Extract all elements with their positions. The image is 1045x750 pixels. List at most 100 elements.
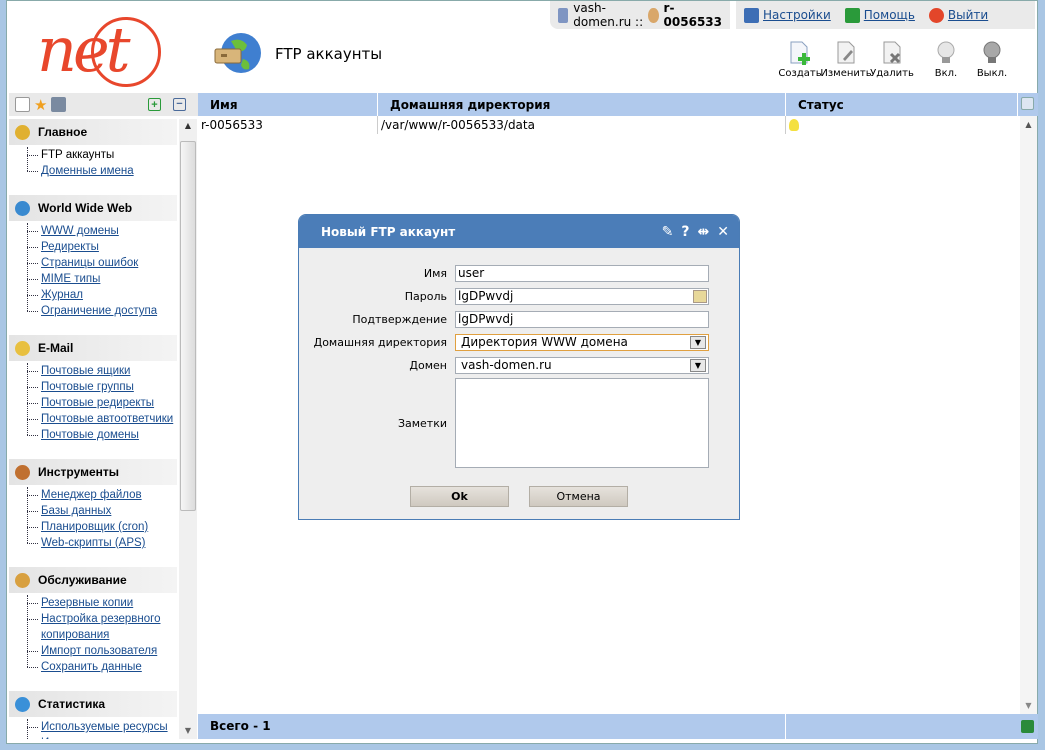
confirm-input[interactable]: lgDPwvdj	[455, 311, 709, 328]
logout-link[interactable]: Выйти	[948, 8, 988, 22]
sidebar-item[interactable]: FTP аккаунты	[41, 149, 114, 161]
sidebar-item[interactable]: Настройка резервного копирования	[41, 613, 160, 641]
sidebar: ★ + − Главное FTP аккаунты Доменные имена W…	[9, 93, 198, 739]
sidebar-section-header[interactable]: E-Mail	[9, 335, 177, 361]
edit-button[interactable]: Изменить	[820, 41, 872, 79]
column-header-status[interactable]: Статус	[786, 93, 1018, 116]
domain-value: vash-domen.ru	[461, 358, 552, 372]
sidebar-item[interactable]: Web-скрипты (APS)	[41, 537, 146, 549]
sidebar-item[interactable]: WWW домены	[41, 225, 119, 237]
domain-label: vash-domen.ru ::	[573, 1, 644, 29]
sidebar-section-header[interactable]: Статистика	[9, 691, 177, 717]
grid-settings-icon[interactable]	[1021, 97, 1034, 110]
help-icon[interactable]: ?	[681, 224, 689, 240]
password-label: Пароль	[404, 290, 447, 303]
grid-total: Всего - 1	[198, 714, 786, 739]
notes-textarea[interactable]	[455, 378, 709, 468]
bulb-on-icon	[937, 41, 955, 63]
confirm-label: Подтверждение	[352, 313, 447, 326]
dialog-title: Новый FTP аккаунт	[321, 224, 456, 239]
top-bar: vash-domen.ru :: r-0056533 Настройки Пом…	[550, 1, 1035, 29]
expand-all-icon[interactable]: +	[148, 98, 161, 111]
logo: net	[37, 13, 161, 87]
resize-icon[interactable]: ⇹	[698, 224, 710, 240]
sidebar-section-header[interactable]: Главное	[9, 119, 177, 145]
sidebar-item[interactable]: Менеджер файлов	[41, 489, 142, 501]
domain-label: Домен	[409, 359, 447, 372]
name-input[interactable]: user	[455, 265, 709, 282]
delete-button[interactable]: Удалить	[869, 41, 915, 79]
close-icon[interactable]: ✕	[717, 224, 729, 240]
create-button[interactable]: Создать	[777, 41, 823, 79]
disable-button[interactable]: Выкл.	[969, 41, 1015, 79]
new-ftp-account-dialog: Новый FTP аккаунт ✎? ⇹ ✕ Имя user Пароль lgD…	[298, 214, 740, 520]
sidebar-section: Инструменты Менеджер файлов Базы данных Пла…	[9, 459, 177, 567]
briefcase-icon[interactable]	[51, 97, 67, 112]
column-header-name[interactable]: Имя	[198, 93, 378, 116]
edit-icon	[837, 41, 855, 64]
pin-icon[interactable]: ✎	[662, 224, 674, 240]
sidebar-item-list: Резервные копии Настройка резервного копи…	[9, 593, 177, 691]
excel-export-icon[interactable]	[1021, 720, 1034, 733]
sidebar-item[interactable]: MIME типы	[41, 273, 100, 285]
collapse-all-icon[interactable]: −	[173, 98, 186, 111]
sidebar-item-list: WWW домены Редиректы Страницы ошибок MIME т…	[9, 221, 177, 335]
table-row[interactable]: r-0056533 /var/www/r-0056533/data	[198, 116, 1038, 134]
sidebar-section: Обслуживание Резервные копии Настройка рез…	[9, 567, 177, 691]
sidebar-item[interactable]: Почтовые домены	[41, 429, 139, 441]
sidebar-item[interactable]: Почтовые редиректы	[41, 397, 154, 409]
sidebar-item[interactable]: Редиректы	[41, 241, 99, 253]
chevron-down-icon: ▼	[690, 359, 706, 372]
generate-password-icon[interactable]	[693, 290, 707, 303]
list-icon[interactable]	[15, 97, 30, 112]
ok-button[interactable]: Ok	[410, 486, 509, 507]
settings-link[interactable]: Настройки	[763, 8, 831, 22]
sidebar-section-header[interactable]: Инструменты	[9, 459, 177, 485]
cancel-button[interactable]: Отмена	[529, 486, 628, 507]
help-link[interactable]: Помощь	[864, 8, 915, 22]
sidebar-item[interactable]: Резервные копии	[41, 597, 133, 609]
sidebar-item[interactable]: Журнал	[41, 289, 83, 301]
sidebar-item[interactable]: Используемые ресурсы	[41, 721, 168, 733]
sidebar-item[interactable]: Страницы ошибок	[41, 257, 138, 269]
calculator-icon	[558, 7, 569, 23]
home-dir-select[interactable]: Директория WWW домена ▼	[455, 334, 709, 351]
sidebar-section-header[interactable]: World Wide Web	[9, 195, 177, 221]
sidebar-toolbar: ★ + −	[9, 93, 198, 116]
section-icon	[15, 464, 30, 480]
sidebar-section-title: Обслуживание	[38, 573, 127, 587]
sidebar-section-header[interactable]: Обслуживание	[9, 567, 177, 593]
sidebar-item[interactable]: Сохранить данные	[41, 661, 142, 673]
delete-label: Удалить	[870, 68, 914, 79]
sidebar-item[interactable]: Почтовые группы	[41, 381, 134, 393]
sidebar-item[interactable]: Ограничение доступа	[41, 305, 157, 317]
delete-icon	[883, 41, 901, 64]
sidebar-section: World Wide Web WWW домены Редиректы Страниц…	[9, 195, 177, 335]
sidebar-item[interactable]: Использование диска	[41, 737, 157, 739]
section-icon	[15, 200, 30, 216]
section-icon	[15, 572, 30, 588]
sidebar-item[interactable]: Почтовые автоответчики	[41, 413, 173, 425]
enable-button[interactable]: Вкл.	[923, 41, 969, 79]
domain-select[interactable]: vash-domen.ru ▼	[455, 357, 709, 374]
ftp-globe-icon	[214, 33, 261, 73]
section-icon	[15, 696, 30, 712]
sidebar-item[interactable]: Планировщик (cron)	[41, 521, 148, 533]
sidebar-item[interactable]: Почтовые ящики	[41, 365, 130, 377]
star-icon[interactable]: ★	[34, 96, 47, 114]
toolbar: Создать Изменить Удалить Вкл. Выкл.	[777, 41, 1015, 79]
sidebar-section: Главное FTP аккаунты Доменные имена	[9, 119, 177, 195]
grid-scrollbar[interactable]: ▲ ▼	[1020, 116, 1037, 714]
sidebar-scrollbar[interactable]: ▲ ▼	[179, 119, 197, 739]
column-header-home-dir[interactable]: Домашняя директория	[378, 93, 786, 116]
cell-home-dir: /var/www/r-0056533/data	[378, 116, 786, 134]
page-title: FTP аккаунты	[275, 45, 383, 63]
sidebar-item[interactable]: Импорт пользователя	[41, 645, 157, 657]
cell-name: r-0056533	[198, 116, 378, 134]
password-input[interactable]: lgDPwvdj	[455, 288, 709, 305]
sidebar-item[interactable]: Базы данных	[41, 505, 111, 517]
sidebar-section: Статистика Используемые ресурсы Использова…	[9, 691, 177, 739]
sidebar-section-title: Главное	[38, 125, 88, 139]
sidebar-item[interactable]: Доменные имена	[41, 165, 134, 177]
status-on-icon	[789, 119, 799, 131]
